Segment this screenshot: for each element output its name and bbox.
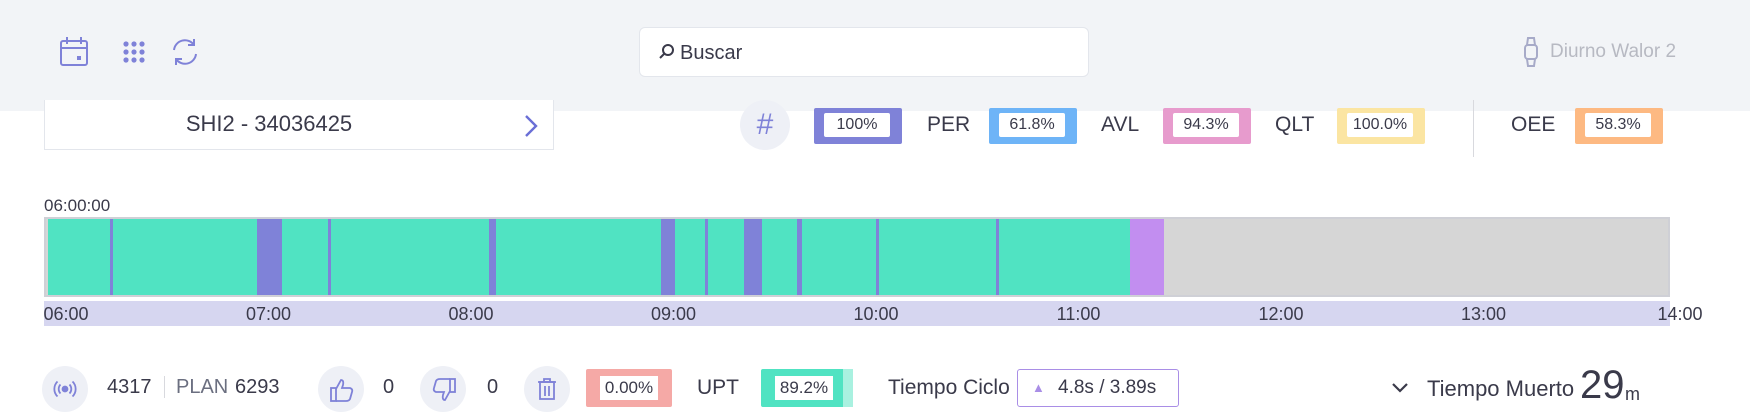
axis-tick-label: 10:00 bbox=[853, 304, 899, 324]
kpi-qlt: 100.0% bbox=[1337, 108, 1425, 144]
scrap-indicator: 0.00% bbox=[586, 369, 672, 407]
timeline-segment-running[interactable] bbox=[331, 219, 489, 295]
kpi-oee-label: OEE bbox=[1511, 113, 1556, 136]
axis-tick-label: 06:00 bbox=[43, 304, 89, 324]
good-count: 0 bbox=[383, 376, 395, 398]
kpi-oee-total: 100% bbox=[814, 108, 902, 144]
shift-label: Diurno Walor 2 bbox=[1550, 41, 1677, 62]
signal-icon[interactable] bbox=[42, 366, 88, 412]
triangle-up-icon: ▲ bbox=[1032, 380, 1045, 395]
upt-remainder bbox=[843, 369, 853, 407]
grid-icon[interactable] bbox=[116, 34, 152, 70]
refresh-icon[interactable] bbox=[167, 34, 203, 70]
timeline-segment-running[interactable] bbox=[113, 219, 257, 295]
muerto-unit: m bbox=[1625, 384, 1640, 404]
shift-selector[interactable]: Diurno Walor 2 bbox=[1522, 36, 1676, 68]
search-input[interactable] bbox=[680, 38, 1070, 68]
chevron-right-icon[interactable] bbox=[520, 113, 542, 139]
ciclo-value: 4.8s / 3.89s bbox=[1058, 377, 1157, 398]
chevron-down-icon[interactable] bbox=[1390, 378, 1410, 398]
timeline-segment-running[interactable] bbox=[48, 219, 110, 295]
kpi-qlt-label: QLT bbox=[1275, 113, 1315, 136]
timeline-segment-setup[interactable] bbox=[1130, 219, 1164, 295]
timeline-segment-running[interactable] bbox=[708, 219, 744, 295]
trash-icon[interactable] bbox=[524, 366, 570, 412]
timeline-segment-stop[interactable] bbox=[744, 219, 762, 295]
ciclo-box: ▲ 4.8s / 3.89s bbox=[1017, 369, 1179, 407]
search-bar[interactable] bbox=[639, 27, 1089, 77]
timeline-start-time: 06:00:00 bbox=[44, 196, 111, 215]
axis-tick-label: 14:00 bbox=[1657, 304, 1703, 324]
watch-icon bbox=[1524, 37, 1538, 67]
timeline-segment-running[interactable] bbox=[802, 219, 876, 295]
count-divider bbox=[164, 376, 165, 398]
kpi-oee: 58.3% bbox=[1575, 108, 1663, 144]
timeline-segment-running[interactable] bbox=[496, 219, 661, 295]
kpi-oee-total-value: 100% bbox=[824, 113, 890, 137]
muerto-label: Tiempo Muerto bbox=[1427, 376, 1575, 401]
thumbs-down-icon[interactable] bbox=[420, 366, 466, 412]
timeline-segment-running[interactable] bbox=[762, 219, 797, 295]
calendar-icon[interactable] bbox=[56, 34, 92, 70]
timeline-segment-running[interactable] bbox=[879, 219, 996, 295]
timeline-segment-stop[interactable] bbox=[489, 219, 496, 295]
timeline-segment-stop[interactable] bbox=[257, 219, 282, 295]
search-icon bbox=[659, 44, 674, 59]
timeline-segment-running[interactable] bbox=[675, 219, 705, 295]
timeline-segment-running[interactable] bbox=[999, 219, 1130, 295]
kpi-avl: 94.3% bbox=[1163, 108, 1251, 144]
hash-icon[interactable]: # bbox=[740, 100, 790, 150]
upt-indicator: 89.2% bbox=[761, 369, 853, 407]
kpi-avl-value: 94.3% bbox=[1173, 113, 1239, 137]
axis-tick-label: 09:00 bbox=[650, 304, 697, 324]
kpi-per-value: 61.8% bbox=[999, 113, 1065, 137]
muerto-value: 29 bbox=[1580, 363, 1625, 407]
upt-label: UPT bbox=[697, 376, 739, 399]
plan-label: PLAN bbox=[176, 376, 229, 398]
axis-tick-label: 08:00 bbox=[448, 304, 494, 324]
bad-count: 0 bbox=[487, 376, 499, 398]
thumbs-up-icon[interactable] bbox=[318, 366, 364, 412]
upt-value: 89.2% bbox=[775, 376, 833, 400]
kpi-per: 61.8% bbox=[989, 108, 1077, 144]
axis-tick-label: 12:00 bbox=[1258, 304, 1304, 324]
timeline-segment-running[interactable] bbox=[282, 219, 328, 295]
kpi-per-label: PER bbox=[927, 113, 971, 136]
axis-tick-label: 07:00 bbox=[245, 304, 292, 324]
ciclo-label: Tiempo Ciclo bbox=[888, 376, 1010, 399]
scrap-value: 0.00% bbox=[600, 376, 658, 400]
kpi-avl-label: AVL bbox=[1101, 113, 1140, 136]
kpi-qlt-value: 100.0% bbox=[1347, 113, 1413, 137]
production-timeline[interactable] bbox=[44, 217, 1670, 297]
timeline-segment-stop[interactable] bbox=[661, 219, 675, 295]
axis-tick-label: 13:00 bbox=[1460, 304, 1507, 324]
produced-count: 4317 bbox=[107, 376, 152, 398]
axis-tick-label: 11:00 bbox=[1056, 304, 1101, 324]
kpi-divider bbox=[1473, 100, 1474, 157]
plan-value: 6293 bbox=[235, 376, 280, 398]
order-label: SHI2 - 34036425 bbox=[185, 111, 353, 136]
kpi-oee-value: 58.3% bbox=[1585, 113, 1651, 137]
